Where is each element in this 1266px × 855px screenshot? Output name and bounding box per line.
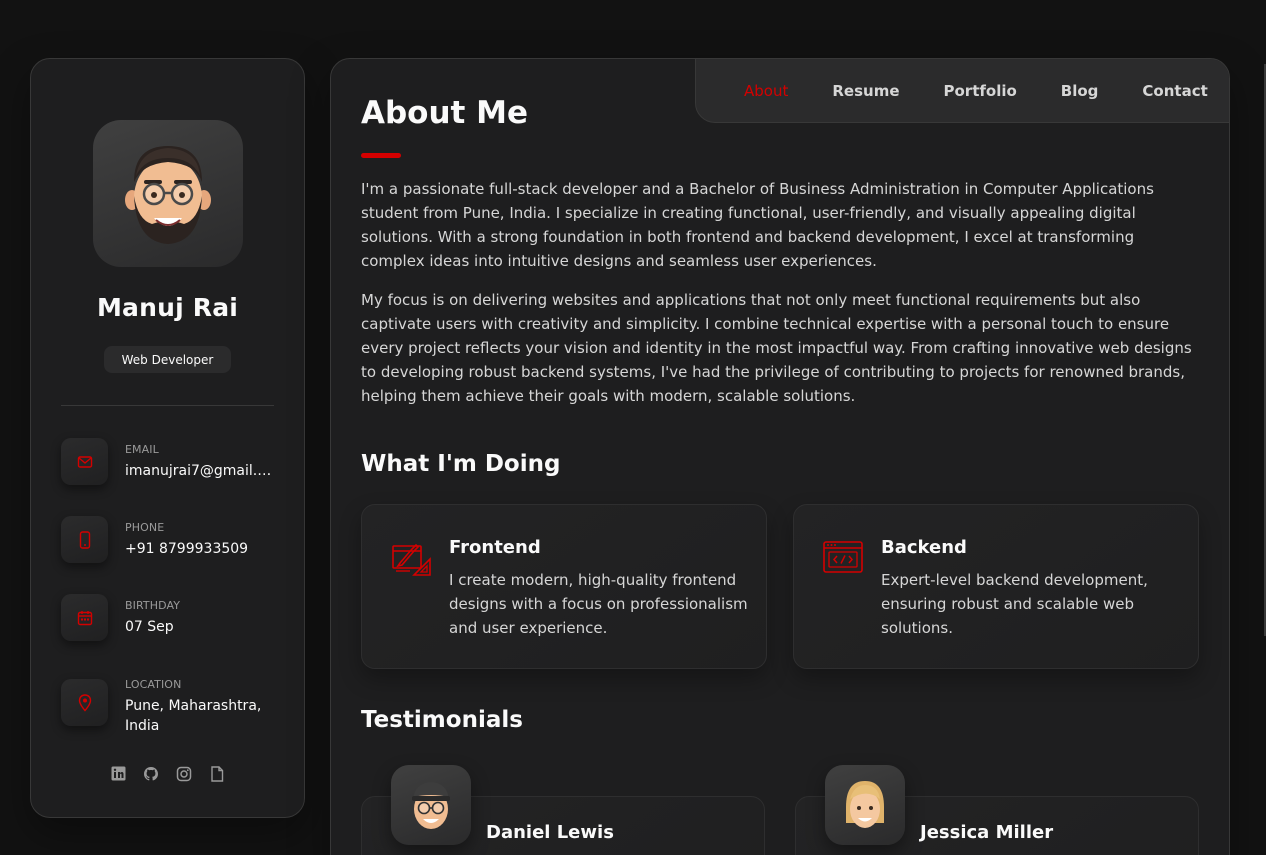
github-icon[interactable] xyxy=(143,765,159,782)
service-description: Expert-level backend development, ensuri… xyxy=(881,571,1148,637)
nav-portfolio[interactable]: Portfolio xyxy=(944,82,1017,100)
email-link[interactable]: imanujrai7@gmail.com xyxy=(125,461,277,481)
testimonials-heading: Testimonials xyxy=(361,707,523,733)
memoji-avatar-blonde-icon xyxy=(846,781,884,828)
mail-icon xyxy=(61,438,108,485)
service-title: Backend xyxy=(881,537,967,558)
nav-about[interactable]: About xyxy=(744,82,788,100)
nav-blog[interactable]: Blog xyxy=(1061,82,1099,100)
avatar xyxy=(93,120,243,267)
document-icon[interactable] xyxy=(209,765,225,782)
contact-email: Email imanujrai7@gmail.com xyxy=(61,438,277,488)
memoji-avatar-cap-icon xyxy=(412,782,450,829)
location-pin-icon xyxy=(61,679,108,726)
nav-contact[interactable]: Contact xyxy=(1142,82,1207,100)
contact-label: Phone xyxy=(125,521,165,534)
about-paragraph: I'm a passionate full-stack developer an… xyxy=(361,180,1154,270)
service-description: I create modern, high-quality frontend d… xyxy=(449,571,748,637)
instagram-icon[interactable] xyxy=(176,765,192,782)
services-heading: What I'm Doing xyxy=(361,451,561,477)
linkedin-icon[interactable] xyxy=(110,765,126,782)
sidebar-separator xyxy=(61,405,274,406)
profile-title-badge: Web Developer xyxy=(104,346,231,373)
testimonial-avatar xyxy=(391,765,471,845)
contact-label: Birthday xyxy=(125,599,181,612)
phone-link[interactable]: +91 8799933509 xyxy=(125,539,277,559)
profile-name: Manuj Rai xyxy=(96,293,239,322)
calendar-icon xyxy=(61,594,108,641)
service-card-backend: Backend Expert-level backend development… xyxy=(793,504,1199,669)
main-panel: About Resume Portfolio Blog Contact Abou… xyxy=(330,58,1230,855)
about-paragraph: My focus is on delivering websites and a… xyxy=(361,291,1192,405)
service-title: Frontend xyxy=(449,537,541,558)
contact-label: Email xyxy=(125,443,159,456)
testimonial-avatar xyxy=(825,765,905,845)
birthday-value: 07 Sep xyxy=(125,619,174,635)
about-text: I'm a passionate full-stack developer an… xyxy=(361,177,1201,423)
code-window-icon xyxy=(822,537,864,579)
navbar: About Resume Portfolio Blog Contact xyxy=(695,59,1229,123)
contact-label: Location xyxy=(125,678,182,691)
testimonial-name: Jessica Miller xyxy=(920,822,1054,843)
service-card-frontend: Frontend I create modern, high-quality f… xyxy=(361,504,767,669)
title-accent-bar xyxy=(361,153,401,158)
sidebar: Manuj Rai Web Developer Email imanujrai7… xyxy=(30,58,305,818)
page-title: About Me xyxy=(361,95,529,131)
testimonial-name: Daniel Lewis xyxy=(486,822,614,843)
phone-icon xyxy=(61,516,108,563)
contact-birthday: Birthday 07 Sep xyxy=(61,594,276,644)
memoji-avatar-icon xyxy=(125,145,211,244)
contact-location: Location Pune, Maharashtra, India xyxy=(61,678,276,734)
contact-phone: Phone +91 8799933509 xyxy=(61,516,276,566)
location-value: Pune, Maharashtra, India xyxy=(125,698,262,734)
nav-resume[interactable]: Resume xyxy=(832,82,899,100)
design-tools-icon xyxy=(390,537,432,579)
social-links xyxy=(31,765,304,782)
